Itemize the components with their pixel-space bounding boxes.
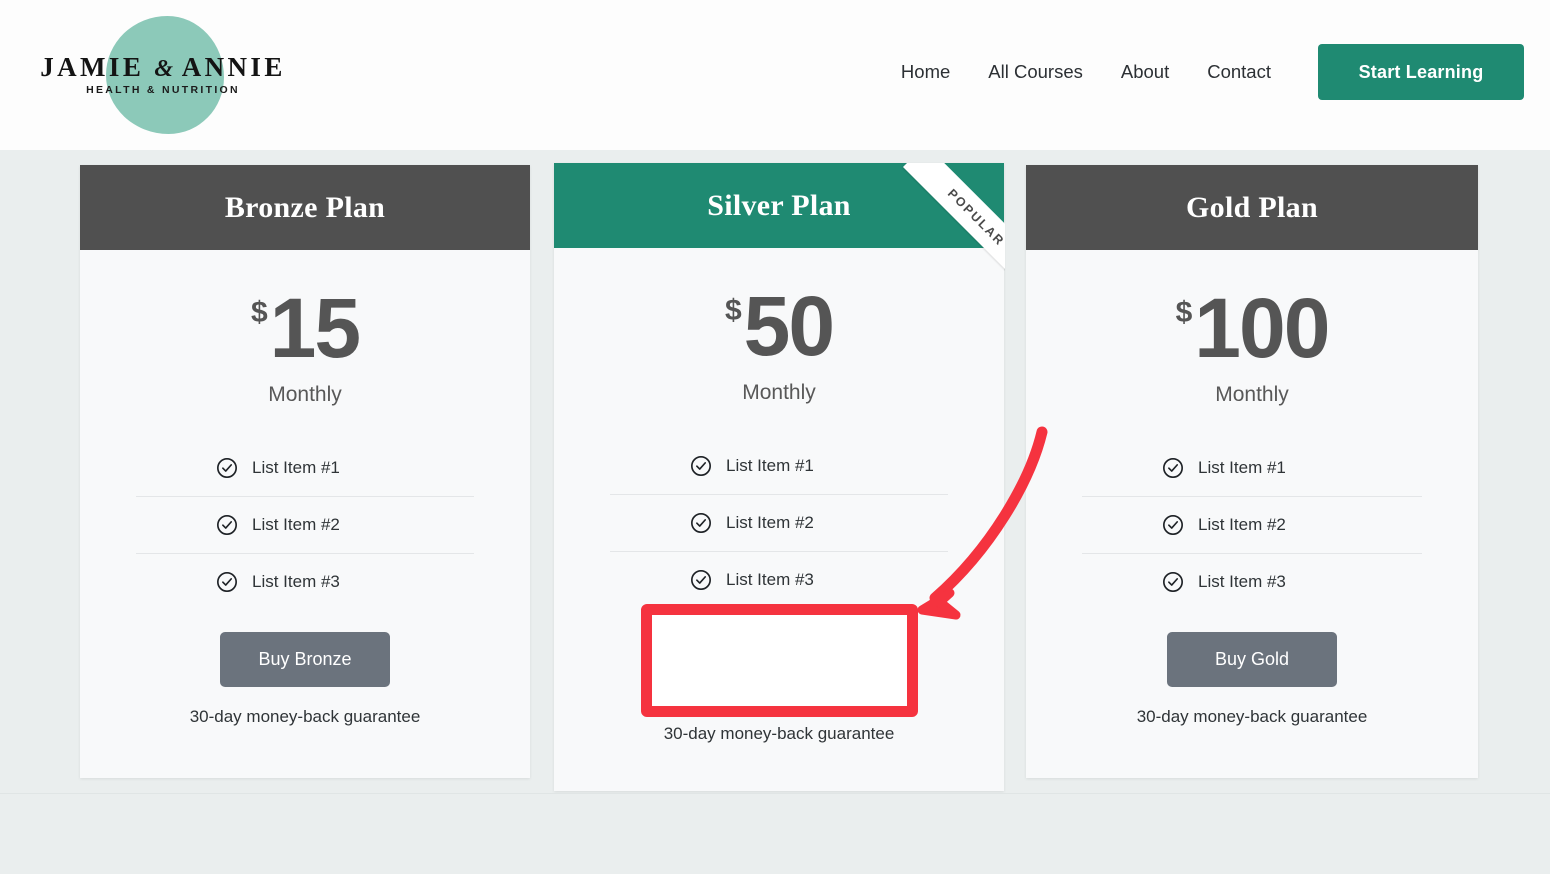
- site-header: JAMIE & ANNIE HEALTH & NUTRITION Home Al…: [0, 0, 1550, 150]
- list-item: List Item #3: [1082, 554, 1422, 610]
- price-bronze: $ 15: [80, 286, 530, 374]
- start-learning-button[interactable]: Start Learning: [1318, 44, 1524, 100]
- price-amount: 15: [270, 286, 359, 370]
- price-amount: 50: [744, 284, 833, 368]
- card-header-gold: Gold Plan: [1026, 165, 1478, 250]
- price-period: Monthly: [80, 383, 530, 407]
- circle-check-icon: [216, 571, 238, 593]
- price-currency-symbol: $: [1176, 298, 1193, 328]
- card-header-bronze: Bronze Plan: [80, 165, 530, 250]
- nav-item-home[interactable]: Home: [882, 45, 969, 99]
- list-item: List Item #1: [1082, 440, 1422, 497]
- price-currency-symbol: $: [725, 296, 742, 326]
- logo-brand-name: JAMIE & ANNIE: [28, 52, 298, 83]
- lower-section: [0, 794, 1550, 874]
- circle-check-icon: [690, 512, 712, 534]
- site-logo[interactable]: JAMIE & ANNIE HEALTH & NUTRITION: [28, 8, 298, 140]
- price-period: Monthly: [554, 381, 1004, 405]
- annotation-highlight-backdrop: [652, 615, 907, 706]
- price-amount: 100: [1194, 286, 1328, 370]
- pricing-card-bronze: Bronze Plan $ 15 Monthly List Item #1: [80, 165, 530, 778]
- plan-title-silver: Silver Plan: [707, 189, 851, 223]
- circle-check-icon: [1162, 514, 1184, 536]
- logo-name-part1: JAMIE: [40, 52, 144, 82]
- pricing-card-gold: Gold Plan $ 100 Monthly List Item #1: [1026, 165, 1478, 778]
- popular-badge-label: POPULAR: [945, 186, 1005, 249]
- feature-list-gold: List Item #1 List Item #2: [1082, 440, 1422, 610]
- circle-check-icon: [690, 455, 712, 477]
- list-item: List Item #3: [136, 554, 474, 610]
- card-body-bronze: $ 15 Monthly List Item #1: [80, 250, 530, 727]
- circle-check-icon: [216, 514, 238, 536]
- circle-check-icon: [1162, 457, 1184, 479]
- nav-item-contact[interactable]: Contact: [1188, 45, 1290, 99]
- feature-label: List Item #3: [726, 570, 814, 590]
- list-item: List Item #2: [1082, 497, 1422, 554]
- feature-list-bronze: List Item #1 List Item #2: [136, 440, 474, 610]
- buy-gold-button[interactable]: Buy Gold: [1167, 632, 1337, 687]
- circle-check-icon: [216, 457, 238, 479]
- nav-item-all-courses[interactable]: All Courses: [969, 45, 1102, 99]
- feature-label: List Item #1: [726, 456, 814, 476]
- buy-wrap-bronze: Buy Bronze: [80, 632, 530, 687]
- list-item: List Item #1: [610, 438, 948, 495]
- feature-label: List Item #3: [252, 572, 340, 592]
- list-item: List Item #3: [610, 552, 948, 608]
- plan-title-gold: Gold Plan: [1186, 191, 1318, 225]
- logo-name-part2: ANNIE: [182, 52, 286, 82]
- circle-check-icon: [690, 569, 712, 591]
- list-item: List Item #1: [136, 440, 474, 497]
- list-item: List Item #2: [610, 495, 948, 552]
- feature-label: List Item #2: [252, 515, 340, 535]
- circle-check-icon: [1162, 571, 1184, 593]
- feature-label: List Item #3: [1198, 572, 1286, 592]
- card-body-gold: $ 100 Monthly List Item #1: [1026, 250, 1478, 727]
- price-gold: $ 100: [1026, 286, 1478, 374]
- guarantee-text-bronze: 30-day money-back guarantee: [80, 707, 530, 727]
- guarantee-text-gold: 30-day money-back guarantee: [1026, 707, 1478, 727]
- feature-label: List Item #1: [252, 458, 340, 478]
- feature-list-silver: List Item #1 List Item #2: [610, 438, 948, 608]
- price-period: Monthly: [1026, 383, 1478, 407]
- guarantee-text-silver: 30-day money-back guarantee: [554, 724, 1004, 744]
- list-item: List Item #2: [136, 497, 474, 554]
- card-header-silver: Silver Plan POPULAR: [554, 163, 1004, 248]
- main-navigation: Home All Courses About Contact Start Lea…: [882, 44, 1524, 100]
- feature-label: List Item #1: [1198, 458, 1286, 478]
- buy-bronze-button[interactable]: Buy Bronze: [220, 632, 390, 687]
- buy-wrap-gold: Buy Gold: [1026, 632, 1478, 687]
- logo-tagline: HEALTH & NUTRITION: [28, 84, 298, 96]
- plan-title-bronze: Bronze Plan: [225, 191, 385, 225]
- feature-label: List Item #2: [726, 513, 814, 533]
- feature-label: List Item #2: [1198, 515, 1286, 535]
- price-currency-symbol: $: [251, 298, 268, 328]
- price-silver: $ 50: [554, 284, 1004, 372]
- logo-ampersand: &: [154, 56, 173, 82]
- nav-item-about[interactable]: About: [1102, 45, 1188, 99]
